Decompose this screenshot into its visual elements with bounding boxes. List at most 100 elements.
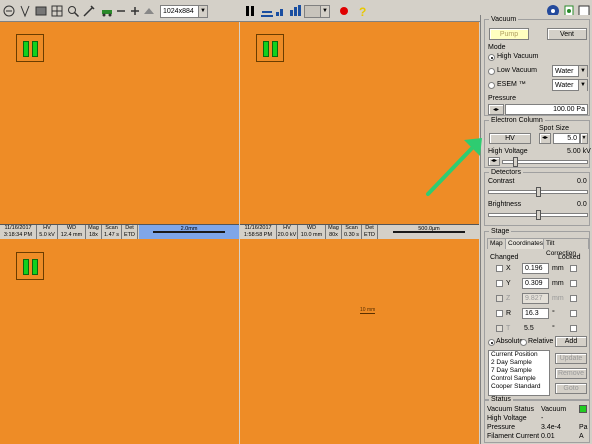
x-axis-label: X <box>506 265 511 272</box>
brightness-slider[interactable] <box>488 210 588 220</box>
status-value: 0.01 <box>541 433 555 440</box>
high-vacuum-radio[interactable] <box>488 54 495 61</box>
list-item[interactable]: 2 Day Sample <box>491 359 549 367</box>
spot-size-label: Spot Size <box>539 125 569 132</box>
beam-icon[interactable] <box>18 4 32 18</box>
y-field[interactable]: 0.309 <box>522 278 549 289</box>
vent-button[interactable]: Vent <box>547 28 587 40</box>
list-item[interactable]: Cooper Standard <box>491 383 549 391</box>
changed-label: Changed <box>490 254 519 261</box>
brightness-label: Brightness <box>488 201 522 208</box>
magnify-icon[interactable] <box>66 4 80 18</box>
high-voltage-slider[interactable] <box>502 157 588 167</box>
t-changed-checkbox[interactable] <box>496 325 503 332</box>
tab-tilt-correction[interactable]: Tilt Correction <box>543 238 589 257</box>
tab-coordinates[interactable]: Coordinates <box>505 238 547 249</box>
scan-mode-select[interactable]: ▼ <box>304 5 330 18</box>
det-cell: Det ETD <box>362 225 378 239</box>
group-title: Detectors <box>489 169 523 176</box>
help-icon[interactable]: ? <box>355 4 369 18</box>
low-gas-value: Water <box>555 68 574 75</box>
spot-size-field[interactable]: 5.0 <box>553 133 580 144</box>
z-changed-checkbox[interactable] <box>496 295 503 302</box>
r-changed-checkbox[interactable] <box>496 310 503 317</box>
status-label: Filament Current <box>487 433 540 440</box>
chevron-down-icon[interactable]: ▼ <box>580 133 588 144</box>
status-label: Pressure <box>487 424 516 431</box>
scan-speed-3-icon[interactable] <box>288 4 302 18</box>
x-changed-checkbox[interactable] <box>496 265 503 272</box>
status-value: Vacuum <box>541 406 567 413</box>
pressure-field[interactable]: 100.00 Pa <box>505 104 588 115</box>
x-field[interactable]: 0.196 <box>522 263 549 274</box>
quad-4[interactable]: 10 mm <box>240 239 479 444</box>
scan-speed-1-icon[interactable] <box>260 4 274 18</box>
pause-icon[interactable] <box>243 4 257 18</box>
pause-bar <box>272 41 278 57</box>
hv-value: 5.0 kV <box>39 231 55 238</box>
quad-1[interactable]: 11/16/2017 3:18:34 PM HV 5.0 kV WD 12.4 mm … <box>0 22 239 239</box>
vacuum-group: Vacuum Pump Vent Mode High Vacuum Low Va… <box>484 16 590 116</box>
scan-speed-2-icon[interactable] <box>274 4 288 18</box>
spot-arrows-icon[interactable]: ◂▸ <box>539 133 551 144</box>
y-lock-checkbox[interactable] <box>570 280 577 287</box>
remove-button[interactable]: Remove <box>555 368 587 379</box>
high-vacuum-label: High Vacuum <box>497 53 539 60</box>
electron-column-group: Electron Column Spot Size HV ◂▸ 5.0 ▼ Hi… <box>484 117 591 168</box>
pump-button[interactable]: Pump <box>489 28 529 40</box>
nav-scale-label: 10 mm <box>360 307 376 314</box>
slider-thumb[interactable] <box>536 187 541 197</box>
zoom-in-icon[interactable] <box>128 4 142 18</box>
vacuum-icon[interactable] <box>2 4 16 18</box>
pause-indicator <box>16 34 44 62</box>
databar: 11/16/2017 1:58:58 PM HV 20.0 kV WD 10.0 mm… <box>240 224 479 239</box>
tools-icon[interactable] <box>82 4 96 18</box>
stage-icon[interactable] <box>100 4 114 18</box>
absolute-radio[interactable] <box>488 339 495 346</box>
grid-icon[interactable] <box>50 4 64 18</box>
status-label: High Voltage <box>487 415 527 422</box>
list-item[interactable]: 7 Day Sample <box>491 367 549 375</box>
r-lock-checkbox[interactable] <box>570 310 577 317</box>
list-item[interactable]: Current Position <box>491 351 549 359</box>
mag-value: 18x <box>89 231 98 238</box>
status-value: 3.4e-4 <box>541 424 561 431</box>
resolution-select[interactable]: 1024x884 ▼ <box>160 5 208 18</box>
time-text: 1:58:58 PM <box>243 231 273 238</box>
update-button[interactable]: Update <box>555 353 587 364</box>
quad-3[interactable] <box>0 239 239 444</box>
pressure-arrows-icon[interactable]: ◂▸ <box>488 104 504 115</box>
group-title: Electron Column <box>489 117 545 124</box>
scan-cell: Scan 0.30 s <box>342 225 362 239</box>
low-vacuum-radio[interactable] <box>488 68 495 75</box>
relative-radio[interactable] <box>520 339 527 346</box>
tab-map[interactable]: Map <box>487 238 506 249</box>
t-unit: ° <box>552 325 555 332</box>
z-lock-checkbox[interactable] <box>570 295 577 302</box>
zoom-out-icon[interactable] <box>114 4 128 18</box>
image-icon[interactable] <box>34 4 48 18</box>
slider-thumb[interactable] <box>536 210 541 220</box>
z-field[interactable]: 9.827 <box>522 293 549 304</box>
pause-bar <box>23 259 29 275</box>
record-icon[interactable] <box>337 4 351 18</box>
goto-button[interactable]: Goto <box>555 383 587 394</box>
stage-tabs: Map Coordinates Tilt Correction <box>487 238 589 257</box>
slider-thumb[interactable] <box>513 157 518 167</box>
esem-radio[interactable] <box>488 82 495 89</box>
focus-icon[interactable] <box>142 4 156 18</box>
esem-gas-select[interactable]: Water ▼ <box>552 79 588 91</box>
hv-cell: HV 5.0 kV <box>37 225 58 239</box>
mag-cell: Mag 18x <box>86 225 102 239</box>
hv-button[interactable]: HV <box>489 133 531 144</box>
r-field[interactable]: 16.3 <box>522 308 549 319</box>
x-lock-checkbox[interactable] <box>570 265 577 272</box>
t-lock-checkbox[interactable] <box>570 325 577 332</box>
relative-label: Relative <box>528 338 554 345</box>
low-vacuum-gas-select[interactable]: Water ▼ <box>552 65 588 77</box>
add-button[interactable]: Add <box>555 336 587 347</box>
list-item[interactable]: Control Sample <box>491 375 549 383</box>
position-list[interactable]: Current Position 2 Day Sample 7 Day Samp… <box>488 350 550 396</box>
contrast-slider[interactable] <box>488 187 588 197</box>
y-changed-checkbox[interactable] <box>496 280 503 287</box>
